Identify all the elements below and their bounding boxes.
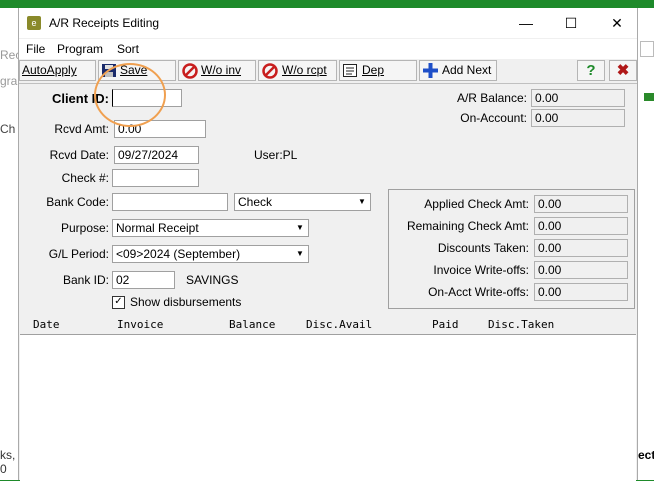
gl-period-label: G/L Period: <box>48 247 109 261</box>
save-button[interactable]: Save <box>98 60 176 81</box>
purpose-value: Normal Receipt <box>116 221 199 235</box>
invoice-writeoffs-value: 0.00 <box>534 261 628 279</box>
menu-sort[interactable]: Sort <box>117 42 139 56</box>
menu-program[interactable]: Program <box>57 42 103 56</box>
save-label: Save <box>120 63 148 77</box>
background-text: ect <box>638 448 654 462</box>
on-account-value: 0.00 <box>531 109 625 127</box>
column-header-date[interactable]: Date <box>33 318 60 331</box>
check-number-label: Check #: <box>61 171 109 185</box>
exit-icon: ✖ <box>616 62 630 79</box>
bank-code-type-value: Check <box>238 195 273 209</box>
menu-file[interactable]: File <box>26 42 45 56</box>
rcvd-amt-label: Rcvd Amt: <box>54 122 109 136</box>
deposit-label: Dep <box>362 63 385 77</box>
add-next-label: Add Next <box>442 63 492 77</box>
onacct-writeoffs-value: 0.00 <box>534 283 628 301</box>
rcvd-date-label: Rcvd Date: <box>49 148 109 162</box>
column-header-invoice[interactable]: Invoice <box>117 318 163 331</box>
applied-check-amt-label: Applied Check Amt: <box>424 197 529 211</box>
writeoff-invoice-button[interactable]: W/o inv <box>178 60 256 81</box>
background-box <box>640 41 654 57</box>
chevron-down-icon: ▼ <box>296 223 304 232</box>
maximize-button[interactable]: ☐ <box>562 14 580 32</box>
background-text: gra <box>0 74 18 88</box>
column-header-paid[interactable]: Paid <box>432 318 459 331</box>
on-account-label: On-Account: <box>460 111 527 125</box>
rcvd-date-input[interactable]: 09/27/2024 <box>114 146 199 164</box>
deposit-slip-icon <box>343 64 357 77</box>
plus-icon <box>423 63 438 78</box>
discounts-taken-label: Discounts Taken: <box>437 241 529 255</box>
exit-button[interactable]: ✖ <box>609 60 637 81</box>
check-number-input[interactable] <box>112 169 199 187</box>
background-header-strip <box>0 0 654 8</box>
show-disbursements-checkbox[interactable]: ✓ <box>112 296 125 309</box>
background-text: ks, 0 <box>0 448 16 476</box>
minimize-button[interactable]: — <box>517 14 535 32</box>
app-icon: e <box>27 16 41 30</box>
bank-code-type-select[interactable]: Check ▼ <box>234 193 371 211</box>
background-text: Ch <box>0 122 16 136</box>
no-sign-icon <box>182 63 198 79</box>
purpose-label: Purpose: <box>60 221 109 235</box>
column-header-disc-taken[interactable]: Disc.Taken <box>488 318 554 331</box>
column-header-disc-avail[interactable]: Disc.Avail <box>306 318 372 331</box>
applied-check-amt-value: 0.00 <box>534 195 628 213</box>
ar-balance-value: 0.00 <box>531 89 625 107</box>
invoice-grid-header: Date Invoice Balance Disc.Avail Paid Dis… <box>19 317 637 333</box>
bank-code-input[interactable] <box>112 193 228 211</box>
autoapply-button[interactable]: AutoApply <box>19 60 96 81</box>
help-icon: ? <box>586 62 596 79</box>
rcvd-amt-input[interactable]: 0.00 <box>114 120 206 138</box>
background-green-mark <box>644 93 654 101</box>
show-disbursements-label: Show disbursements <box>130 295 242 309</box>
bank-id-input[interactable]: 02 <box>112 271 175 289</box>
help-button[interactable]: ? <box>577 60 605 81</box>
bank-id-label: Bank ID: <box>62 273 109 287</box>
receipts-editing-window: e A/R Receipts Editing — ☐ ✕ File Progra… <box>18 8 638 481</box>
invoice-grid[interactable] <box>20 334 636 481</box>
discounts-taken-value: 0.00 <box>534 239 628 257</box>
chevron-down-icon: ▼ <box>296 249 304 258</box>
user-label: User:PL <box>254 148 298 162</box>
toolbar: AutoApply Save W/o inv W/o rcpt Dep Add … <box>19 59 637 84</box>
writeoff-receipt-label: W/o rcpt <box>282 63 327 77</box>
background-right-panel: ect <box>638 8 654 480</box>
background-left-panel: Rec gra Ch ks, 0 <box>0 8 21 480</box>
remaining-check-amt-label: Remaining Check Amt: <box>406 219 529 233</box>
gl-period-value: <09>2024 (September) <box>116 247 241 261</box>
deposit-button[interactable]: Dep <box>339 60 417 81</box>
add-next-button[interactable]: Add Next <box>419 60 497 81</box>
autoapply-label: AutoApply <box>22 63 77 77</box>
close-button[interactable]: ✕ <box>608 14 626 32</box>
no-sign-icon <box>262 63 278 79</box>
window-title: A/R Receipts Editing <box>49 16 160 30</box>
onacct-writeoffs-label: On-Acct Write-offs: <box>428 285 529 299</box>
invoice-writeoffs-label: Invoice Write-offs: <box>433 263 529 277</box>
floppy-disk-icon <box>102 64 116 77</box>
bank-id-name: SAVINGS <box>186 273 239 287</box>
ar-balance-label: A/R Balance: <box>456 91 527 105</box>
gl-period-select[interactable]: <09>2024 (September) ▼ <box>112 245 309 263</box>
writeoff-receipt-button[interactable]: W/o rcpt <box>258 60 337 81</box>
menu-bar: File Program Sort <box>19 39 637 59</box>
chevron-down-icon: ▼ <box>358 197 366 206</box>
client-id-input[interactable] <box>112 89 182 107</box>
column-header-balance[interactable]: Balance <box>229 318 275 331</box>
writeoff-invoice-label: W/o inv <box>201 63 242 77</box>
title-bar[interactable]: e A/R Receipts Editing — ☐ ✕ <box>19 8 637 38</box>
remaining-check-amt-value: 0.00 <box>534 217 628 235</box>
bank-code-label: Bank Code: <box>46 195 109 209</box>
purpose-select[interactable]: Normal Receipt ▼ <box>112 219 309 237</box>
client-id-label: Client ID: <box>51 91 109 106</box>
